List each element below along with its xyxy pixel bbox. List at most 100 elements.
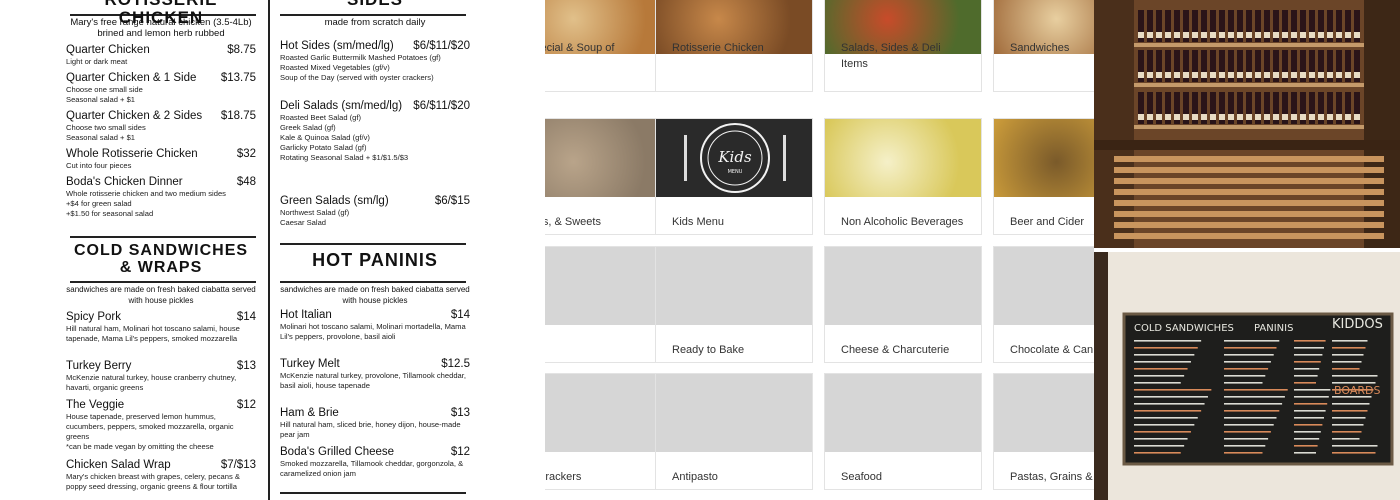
category-image[interactable] [545, 247, 667, 325]
chalk-text-line [1294, 340, 1326, 342]
category-card[interactable]: Non Alcoholic Beverages [824, 118, 982, 235]
category-card[interactable] [545, 246, 668, 363]
category-label[interactable]: Antipasto [672, 469, 800, 485]
category-image[interactable] [825, 119, 981, 197]
menu-item-description: Roasted Beet Salad (gf) Greek Salad (gf) K… [280, 113, 409, 162]
wine-label [1309, 72, 1315, 78]
category-label[interactable]: Cheese & Charcuterie [841, 342, 969, 358]
menu-item-price: $14 [450, 309, 470, 321]
category-label[interactable]: & Crackers [545, 469, 655, 485]
category-image[interactable] [825, 247, 981, 325]
category-image[interactable] [994, 119, 1094, 197]
category-label[interactable]: Special & Soup of [545, 40, 655, 56]
chalkboard-illustration: COLD SANDWICHES PANINIS KIDDOS BOARDS [1094, 252, 1400, 500]
hot-paninis-title: HOT PANINIS [312, 250, 438, 270]
category-label[interactable]: Rotisserie Chicken [672, 40, 800, 56]
menu-item-name: Boda's Grilled Cheese [280, 446, 395, 458]
category-image[interactable] [656, 247, 812, 325]
printed-menu: ROTISSERIE CHICKEN Mary's free range nat… [0, 0, 545, 500]
category-card[interactable]: Pies, & Sweets [545, 118, 668, 235]
category-label[interactable]: Pastas, Grains & [1010, 469, 1094, 485]
menu-item-description: Northwest Salad (gf) Caesar Salad [280, 208, 350, 227]
category-label[interactable]: Salads, Sides & Deli Items [841, 40, 969, 72]
wine-label [1327, 72, 1333, 78]
category-image[interactable] [545, 374, 667, 452]
category-label[interactable]: Kids Menu [672, 214, 800, 230]
chalk-text-line [1224, 347, 1277, 349]
menu-item-name: Spicy Pork [66, 311, 121, 323]
category-label[interactable]: Chocolate & Can [1010, 342, 1094, 358]
chalk-text-line [1294, 452, 1316, 454]
category-image[interactable] [656, 374, 812, 452]
wine-label [1165, 72, 1171, 78]
chalk-text-line [1134, 361, 1191, 363]
wine-label [1255, 114, 1261, 120]
menu-item: Turkey Berry $13 McKenzie natural turkey, … [66, 360, 256, 393]
chalk-text-line [1224, 368, 1269, 370]
category-card[interactable]: Chocolate & Can [993, 246, 1094, 363]
wine-label [1210, 114, 1216, 120]
wine-label [1210, 72, 1216, 78]
category-card[interactable]: Seafood [824, 373, 982, 490]
wine-label [1192, 72, 1198, 78]
category-card[interactable]: Sandwiches [993, 0, 1094, 92]
category-card[interactable]: Ready to Bake [655, 246, 813, 363]
chalk-text-line [1332, 354, 1364, 356]
category-card[interactable]: Rotisserie Chicken [655, 0, 813, 92]
menu-item-description: Light or dark meat [66, 57, 128, 66]
wine-label [1138, 72, 1144, 78]
chalk-text-line [1332, 382, 1376, 384]
category-card[interactable]: Cheese & Charcuterie [824, 246, 982, 363]
wine-label [1255, 32, 1261, 38]
category-label[interactable]: Sandwiches [1010, 40, 1094, 56]
wine-label [1318, 72, 1324, 78]
menu-item: Turkey Melt $12.5 McKenzie natural turkey,… [280, 358, 470, 391]
category-card[interactable]: Kids MENU Kids Menu [655, 118, 813, 235]
wine-label [1192, 32, 1198, 38]
menu-item: Quarter Chicken $8.75 Light or dark meat [66, 44, 256, 67]
category-card[interactable]: Special & Soup of [545, 0, 668, 92]
crate-slat [1114, 200, 1384, 206]
wine-label [1147, 114, 1153, 120]
chalk-heading-1: COLD SANDWICHES [1134, 323, 1234, 334]
menu-item-price: $8.75 [227, 44, 256, 56]
chalk-text-line [1294, 354, 1323, 356]
category-card[interactable]: Pastas, Grains & [993, 373, 1094, 490]
category-image[interactable] [994, 374, 1094, 452]
category-label[interactable]: Beer and Cider [1010, 214, 1094, 230]
category-image[interactable]: Kids MENU [656, 119, 812, 197]
menu-left-column: ROTISSERIE CHICKEN Mary's free range nat… [66, 0, 256, 500]
category-image[interactable] [545, 119, 667, 197]
category-label[interactable]: Seafood [841, 469, 969, 485]
menu-item-description: Mary's chicken breast with grapes, celer… [66, 472, 240, 491]
wine-shelf [1134, 43, 1364, 47]
menu-item-price: $13 [450, 407, 470, 419]
chalk-text-line [1294, 382, 1316, 384]
wine-label [1174, 32, 1180, 38]
chalk-text-line [1294, 396, 1329, 398]
crate-slat [1114, 189, 1384, 195]
chalk-text-line [1224, 424, 1274, 426]
crate-slat [1114, 211, 1384, 217]
category-card[interactable]: Antipasto [655, 373, 813, 490]
category-image[interactable] [825, 374, 981, 452]
category-label[interactable]: Non Alcoholic Beverages [841, 214, 969, 230]
cold-sandwiches-title: COLD SANDWICHES & WRAPS [73, 242, 249, 276]
menu-rule [70, 236, 256, 238]
category-label[interactable]: Ready to Bake [672, 342, 800, 358]
menu-item-description: McKenzie natural turkey, house cranberry… [66, 373, 237, 392]
chalk-text-line [1294, 403, 1328, 405]
menu-rule [280, 243, 466, 245]
wine-label [1138, 114, 1144, 120]
category-label[interactable]: Pies, & Sweets [545, 214, 655, 230]
menu-item-name: Chicken Salad Wrap [66, 459, 171, 471]
category-card[interactable]: Salads, Sides & Deli Items [824, 0, 982, 92]
category-image[interactable] [994, 247, 1094, 325]
chalk-text-line [1332, 452, 1376, 454]
wine-label [1228, 32, 1234, 38]
menu-item-description: House tapenade, preserved lemon hummus, … [66, 412, 234, 451]
menu-item-name: Turkey Melt [280, 358, 340, 370]
chalk-text-line [1224, 382, 1263, 384]
category-card[interactable]: & Crackers [545, 373, 668, 490]
category-card[interactable]: Beer and Cider [993, 118, 1094, 235]
